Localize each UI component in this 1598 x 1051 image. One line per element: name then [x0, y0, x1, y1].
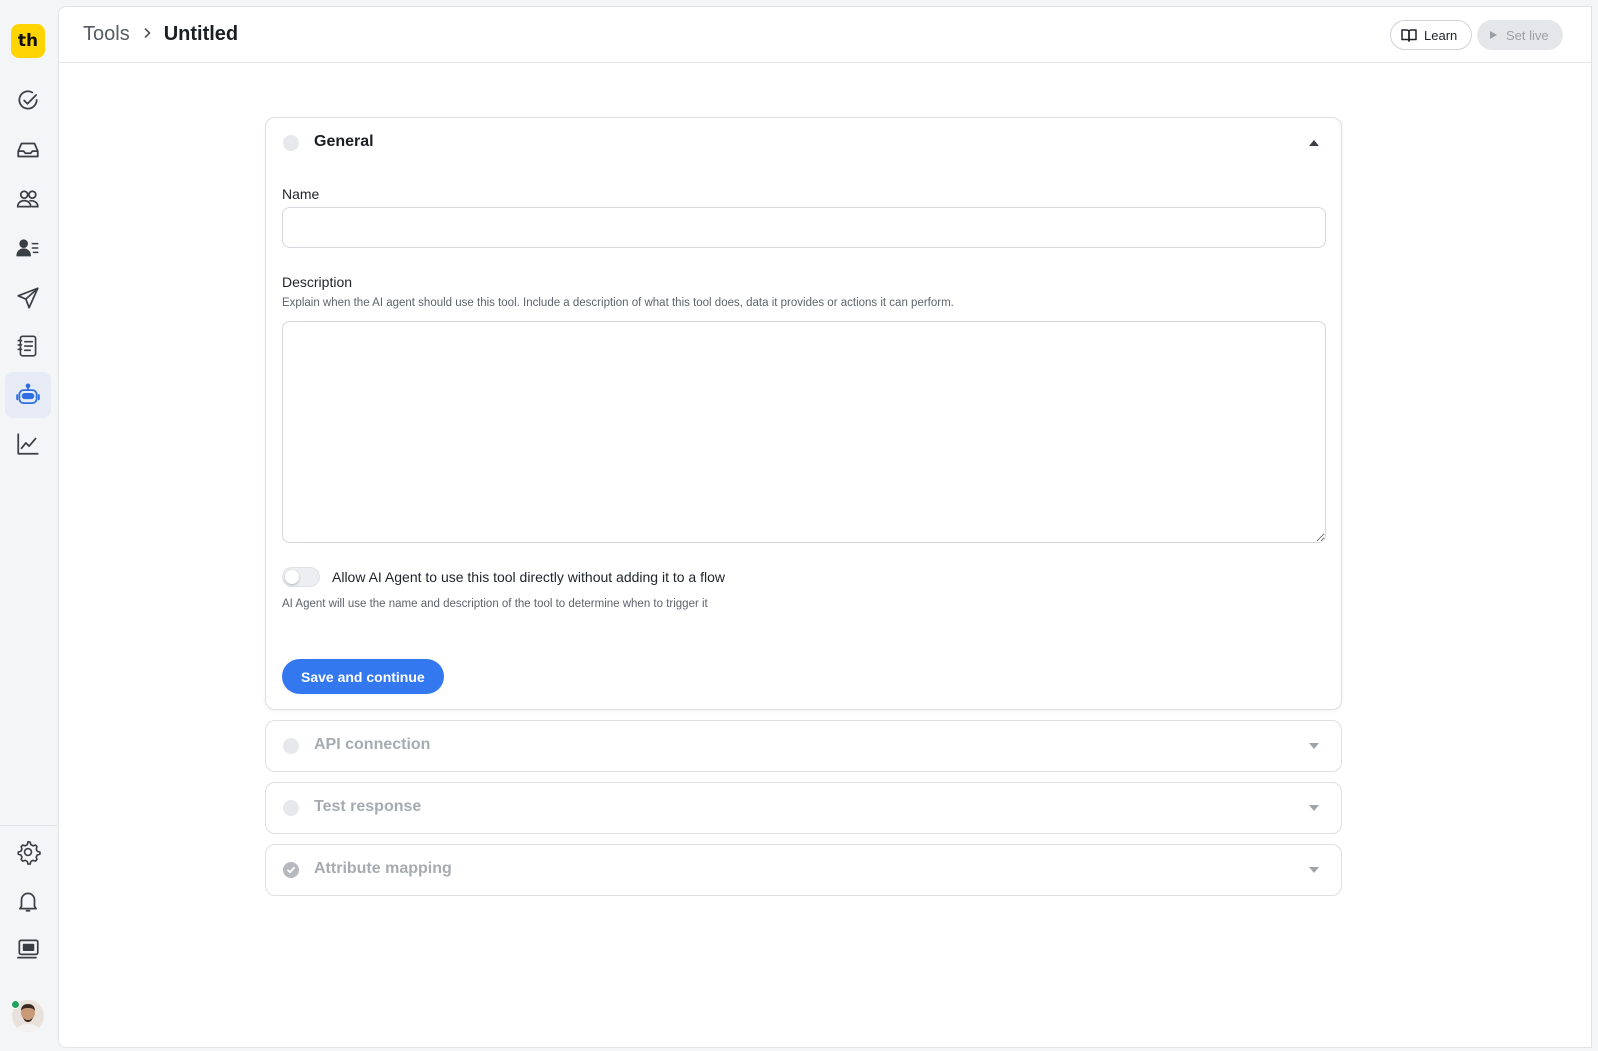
- breadcrumb: Tools Untitled: [83, 23, 238, 46]
- step-status-dot: [283, 800, 299, 816]
- play-icon: [1490, 31, 1497, 39]
- sidebar-item-notifications[interactable]: [5, 878, 51, 924]
- api-connection-section[interactable]: API connection: [265, 720, 1342, 772]
- attribute-mapping-section[interactable]: Attribute mapping: [265, 844, 1342, 896]
- chevron-up-icon: [1309, 140, 1319, 146]
- description-hint: Explain when the AI agent should use thi…: [282, 297, 954, 309]
- logo-text: th: [17, 31, 39, 51]
- book-icon: [1401, 29, 1417, 42]
- sidebar-item-billing[interactable]: [5, 926, 51, 972]
- online-status-dot: [11, 1000, 20, 1009]
- sidebar: th: [0, 0, 57, 1051]
- description-label: Description: [282, 274, 353, 290]
- general-section-header[interactable]: General: [266, 118, 1341, 170]
- sidebar-item-inbox[interactable]: [5, 127, 51, 173]
- sidebar-item-tasks[interactable]: [5, 78, 51, 124]
- page-title: Untitled: [163, 23, 239, 45]
- line-chart-icon: [17, 433, 39, 455]
- name-label: Name: [282, 186, 320, 202]
- bell-icon: [19, 892, 37, 912]
- set-live-button-label: Set live: [1506, 27, 1549, 43]
- breadcrumb-tools-link[interactable]: Tools: [83, 23, 130, 46]
- sidebar-item-settings[interactable]: [5, 829, 51, 875]
- sidebar-item-reports[interactable]: [5, 323, 51, 369]
- bot-icon: [16, 383, 40, 405]
- direct-use-toggle-label: Allow AI Agent to use this tool directly…: [332, 569, 725, 585]
- direct-use-hint: AI Agent will use the name and descripti…: [282, 598, 708, 610]
- step-status-dot: [283, 738, 299, 754]
- name-input[interactable]: [282, 207, 1326, 248]
- topbar: Tools Untitled Learn Set live: [59, 7, 1591, 63]
- general-section: General Name Description Explain when th…: [265, 117, 1342, 710]
- general-section-title: General: [314, 133, 374, 150]
- app-logo[interactable]: th: [11, 24, 45, 58]
- save-and-continue-button[interactable]: Save and continue: [282, 659, 444, 694]
- test-response-title: Test response: [314, 798, 422, 815]
- chevron-right-icon: [142, 26, 152, 44]
- test-response-section[interactable]: Test response: [265, 782, 1342, 834]
- main-panel: Tools Untitled Learn Set live General Na…: [58, 6, 1592, 1048]
- chevron-down-icon: [1309, 805, 1319, 811]
- sidebar-item-contacts[interactable]: [5, 176, 51, 222]
- attribute-mapping-title: Attribute mapping: [314, 860, 452, 877]
- chevron-down-icon: [1309, 743, 1319, 749]
- api-connection-title: API connection: [314, 736, 431, 753]
- send-icon: [17, 287, 39, 309]
- toggle-knob: [285, 570, 299, 584]
- learn-button[interactable]: Learn: [1390, 20, 1473, 50]
- sidebar-divider: [0, 825, 57, 826]
- step-status-dot: [283, 135, 299, 151]
- check-circle-icon: [18, 90, 38, 110]
- inbox-icon: [17, 142, 39, 158]
- sidebar-item-analytics[interactable]: [5, 421, 51, 467]
- sidebar-item-broadcasts[interactable]: [5, 275, 51, 321]
- user-list-icon: [16, 239, 39, 257]
- learn-button-label: Learn: [1424, 27, 1458, 43]
- check-icon: [283, 862, 299, 878]
- sidebar-item-contact-list[interactable]: [5, 225, 51, 271]
- users-icon: [16, 190, 39, 208]
- chevron-down-icon: [1309, 867, 1319, 873]
- notebook-icon: [17, 335, 37, 357]
- sidebar-item-ai-agent[interactable]: [5, 372, 51, 418]
- description-textarea[interactable]: [282, 321, 1326, 543]
- set-live-button[interactable]: Set live: [1477, 20, 1563, 50]
- billing-icon: [17, 939, 39, 959]
- gear-icon: [17, 840, 41, 865]
- direct-use-toggle[interactable]: [282, 567, 320, 587]
